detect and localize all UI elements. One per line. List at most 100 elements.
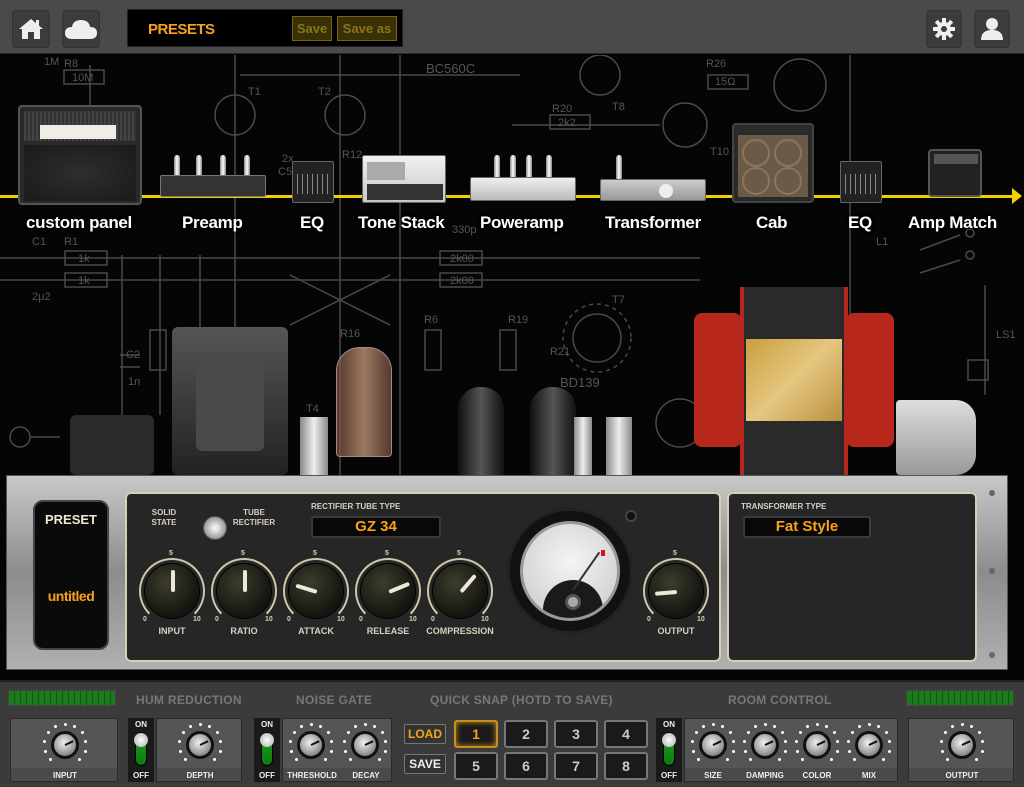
knob-scale-dot <box>780 731 784 735</box>
preset-card[interactable]: PRESET untitled <box>33 500 109 650</box>
knob-output[interactable]: 5 0 10 OUTPUT <box>641 550 711 642</box>
snap-slot-6[interactable]: 6 <box>504 752 548 780</box>
room-control-title: ROOM CONTROL <box>728 693 832 707</box>
chain-eq-1[interactable] <box>292 161 334 203</box>
knob-compression[interactable]: 5 0 10 COMPRESSION <box>425 550 495 642</box>
chain-transformer[interactable] <box>600 155 706 203</box>
knob-body[interactable] <box>144 563 200 619</box>
rectifier-toggle-switch[interactable] <box>203 516 227 540</box>
room-control-toggle[interactable]: ON OFF <box>656 718 682 782</box>
chain-label-amp-match[interactable]: Amp Match <box>908 213 997 233</box>
chain-label-poweramp[interactable]: Poweramp <box>480 213 564 233</box>
chain-label-cab[interactable]: Cab <box>756 213 788 233</box>
signal-chain-arrow-icon <box>1012 188 1022 204</box>
knob-scale-dot <box>721 724 724 728</box>
cloud-button[interactable] <box>62 10 100 48</box>
decay-knob[interactable] <box>342 722 388 765</box>
knob-scale-dot <box>877 724 880 728</box>
knob-scale-dot <box>943 731 947 735</box>
snap-load-button[interactable]: LOAD <box>404 724 446 744</box>
snap-slot-4[interactable]: 4 <box>604 720 648 748</box>
knob-scale-dot <box>711 722 715 726</box>
save-button[interactable]: Save <box>292 16 332 41</box>
chain-poweramp[interactable] <box>470 155 576 205</box>
chain-cab[interactable] <box>732 123 814 203</box>
chain-tone-stack[interactable] <box>362 155 446 203</box>
knob-body[interactable] <box>360 563 416 619</box>
eq-image <box>292 161 334 203</box>
knob-scale-dot <box>348 758 352 762</box>
snap-slot-7[interactable]: 7 <box>554 752 598 780</box>
svg-text:T1: T1 <box>248 86 261 98</box>
filter-capacitor-component <box>896 400 976 475</box>
knob-body[interactable] <box>288 563 344 619</box>
snap-slot-3[interactable]: 3 <box>554 720 598 748</box>
knob-input[interactable]: 5 0 10 INPUT <box>137 550 207 642</box>
output-panel: OUTPUT <box>908 718 1014 782</box>
svg-text:R20: R20 <box>552 103 572 115</box>
mix-knob[interactable] <box>846 722 892 765</box>
knob-body[interactable] <box>648 563 704 619</box>
knob-scale-dot <box>378 758 382 762</box>
knob-scale-dot <box>867 722 871 726</box>
knob-scale-dot <box>691 750 695 753</box>
knob-scale-dot <box>773 724 776 728</box>
knob-scale-dot <box>798 731 802 735</box>
knob-scale-dot <box>346 731 350 735</box>
knob-attack[interactable]: 5 0 10 ATTACK <box>281 550 351 642</box>
home-button[interactable] <box>12 10 50 48</box>
size-knob[interactable] <box>690 722 736 765</box>
knob-tick-min: 0 <box>143 616 147 623</box>
depth-knob[interactable] <box>177 722 223 765</box>
input-knob[interactable] <box>42 722 88 765</box>
knob-scale-dot <box>800 758 804 762</box>
chain-label-custom-panel[interactable]: custom panel <box>26 213 132 233</box>
knob-body[interactable] <box>432 563 488 619</box>
size-label: SIZE <box>704 771 722 780</box>
knob-scale-dot <box>884 731 888 735</box>
damping-knob[interactable] <box>742 722 788 765</box>
chain-amp-match[interactable] <box>928 149 982 203</box>
noise-gate-toggle[interactable]: ON OFF <box>254 718 280 782</box>
user-button[interactable] <box>974 10 1010 48</box>
capacitor-component-2 <box>574 417 592 475</box>
knob-scale-dot <box>189 724 192 728</box>
chain-custom-panel[interactable] <box>18 105 142 205</box>
presets-label[interactable]: PRESETS <box>148 21 215 38</box>
snap-slot-5[interactable]: 5 <box>454 752 498 780</box>
save-as-button[interactable]: Save as <box>337 16 397 41</box>
threshold-knob[interactable] <box>288 722 334 765</box>
rectifier-tube-display[interactable]: GZ 34 <box>311 516 441 538</box>
vu-light-icon <box>625 510 637 522</box>
chain-label-eq-2[interactable]: EQ <box>848 213 872 233</box>
hum-reduction-toggle[interactable]: ON OFF <box>128 718 154 782</box>
snap-slot-8[interactable]: 8 <box>604 752 648 780</box>
knob-scale-dot <box>380 731 384 735</box>
knob-scale-dot <box>825 724 828 728</box>
chain-label-preamp[interactable]: Preamp <box>182 213 243 233</box>
knob-scale-dot <box>288 740 292 744</box>
settings-button[interactable] <box>926 10 962 48</box>
presets-bar[interactable]: PRESETS Save Save as <box>127 9 403 47</box>
knob-scale-dot <box>73 724 76 728</box>
chain-label-transformer[interactable]: Transformer <box>605 213 701 233</box>
snap-save-button[interactable]: SAVE <box>404 754 446 774</box>
knob-scale-dot <box>806 724 809 728</box>
transformer-type-display[interactable]: Fat Style <box>743 516 871 538</box>
knob-scale-dot <box>383 750 387 753</box>
knob-ratio[interactable]: 5 0 10 RATIO <box>209 550 279 642</box>
chain-eq-2[interactable] <box>840 161 882 203</box>
vu-meter <box>507 508 633 634</box>
knob-body[interactable] <box>216 563 272 619</box>
chain-label-tone-stack[interactable]: Tone Stack <box>358 213 445 233</box>
output-knob[interactable] <box>939 722 985 765</box>
svg-text:C1: C1 <box>32 236 46 248</box>
snap-slot-2[interactable]: 2 <box>504 720 548 748</box>
knob-release[interactable]: 5 0 10 RELEASE <box>353 550 423 642</box>
chain-label-eq-1[interactable]: EQ <box>300 213 324 233</box>
color-knob[interactable] <box>794 722 840 765</box>
knob-scale-dot <box>329 750 333 753</box>
snap-slot-1[interactable]: 1 <box>454 720 498 748</box>
chain-preamp[interactable] <box>160 155 266 205</box>
capacitor-component-3 <box>606 417 632 475</box>
